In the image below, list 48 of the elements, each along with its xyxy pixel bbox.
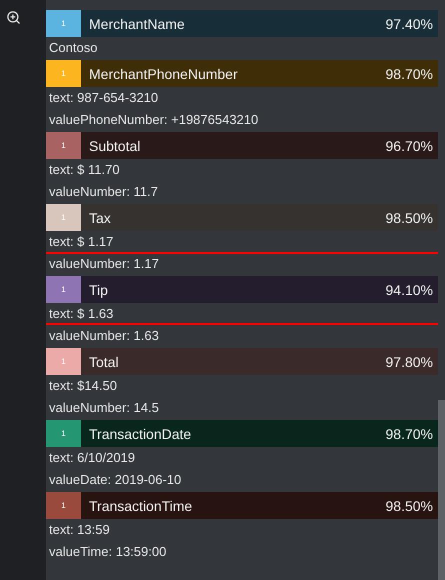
field-index: 1 xyxy=(46,420,81,447)
field-index: 1 xyxy=(46,204,81,231)
field-value: text: $ 11.70 xyxy=(48,161,121,179)
field-header[interactable]: 1 TransactionTime 98.50% xyxy=(46,492,438,519)
field-value: text: $ 1.63 xyxy=(48,305,114,323)
field-value: text: $14.50 xyxy=(48,377,118,395)
field-index: 1 xyxy=(46,348,81,375)
field-index: 1 xyxy=(46,60,81,87)
field-value: text: $ 1.17 xyxy=(48,233,114,251)
confidence-text: 98.50% xyxy=(386,498,434,514)
field-value: valueDate: 2019-06-10 xyxy=(48,471,182,489)
field-name: MerchantName xyxy=(88,16,186,32)
field-value: text: 6/10/2019 xyxy=(48,449,136,467)
field-name: Tax xyxy=(88,210,112,226)
field-value: valueTime: 13:59:00 xyxy=(48,543,168,561)
field-header[interactable]: 1 MerchantPhoneNumber 98.70% xyxy=(46,60,438,87)
field-index: 1 xyxy=(46,492,81,519)
field-value: valueNumber: 11.7 xyxy=(48,183,159,201)
field-header[interactable]: 1 Subtotal 96.70% xyxy=(46,132,438,159)
field-value: text: 987-654-3210 xyxy=(48,89,160,107)
field-value: valueNumber: 1.63 xyxy=(48,327,160,345)
field-header[interactable]: 1 Total 97.80% xyxy=(46,348,438,375)
field-index: 1 xyxy=(46,132,81,159)
field-header[interactable]: 1 Tip 94.10% xyxy=(46,276,438,303)
confidence-text: 97.80% xyxy=(386,354,434,370)
field-value: Contoso xyxy=(48,39,98,57)
field-value: text: 13:59 xyxy=(48,521,111,539)
field-header[interactable]: 1 Tax 98.50% xyxy=(46,204,438,231)
field-header[interactable]: 1 MerchantName 97.40% xyxy=(46,10,438,37)
confidence-text: 98.70% xyxy=(386,66,434,82)
field-index: 1 xyxy=(46,276,81,303)
scrollbar-thumb[interactable] xyxy=(438,400,445,580)
field-value: valueNumber: 14.5 xyxy=(48,399,160,417)
confidence-text: 98.70% xyxy=(386,426,434,442)
field-name: Subtotal xyxy=(88,138,142,154)
field-index: 1 xyxy=(46,10,81,37)
field-header[interactable]: 1 TransactionDate 98.70% xyxy=(46,420,438,447)
field-name: TransactionTime xyxy=(88,498,194,514)
field-name: TransactionDate xyxy=(88,426,192,442)
confidence-text: 98.50% xyxy=(386,210,434,226)
field-value: valuePhoneNumber: +19876543210 xyxy=(48,111,260,129)
confidence-text: 96.70% xyxy=(386,138,434,154)
confidence-text: 94.10% xyxy=(386,282,434,298)
confidence-text: 97.40% xyxy=(386,16,434,32)
field-name: Tip xyxy=(88,282,109,298)
field-name: MerchantPhoneNumber xyxy=(88,66,239,82)
field-value: valueNumber: 1.17 xyxy=(48,255,160,273)
field-name: Total xyxy=(88,354,120,370)
